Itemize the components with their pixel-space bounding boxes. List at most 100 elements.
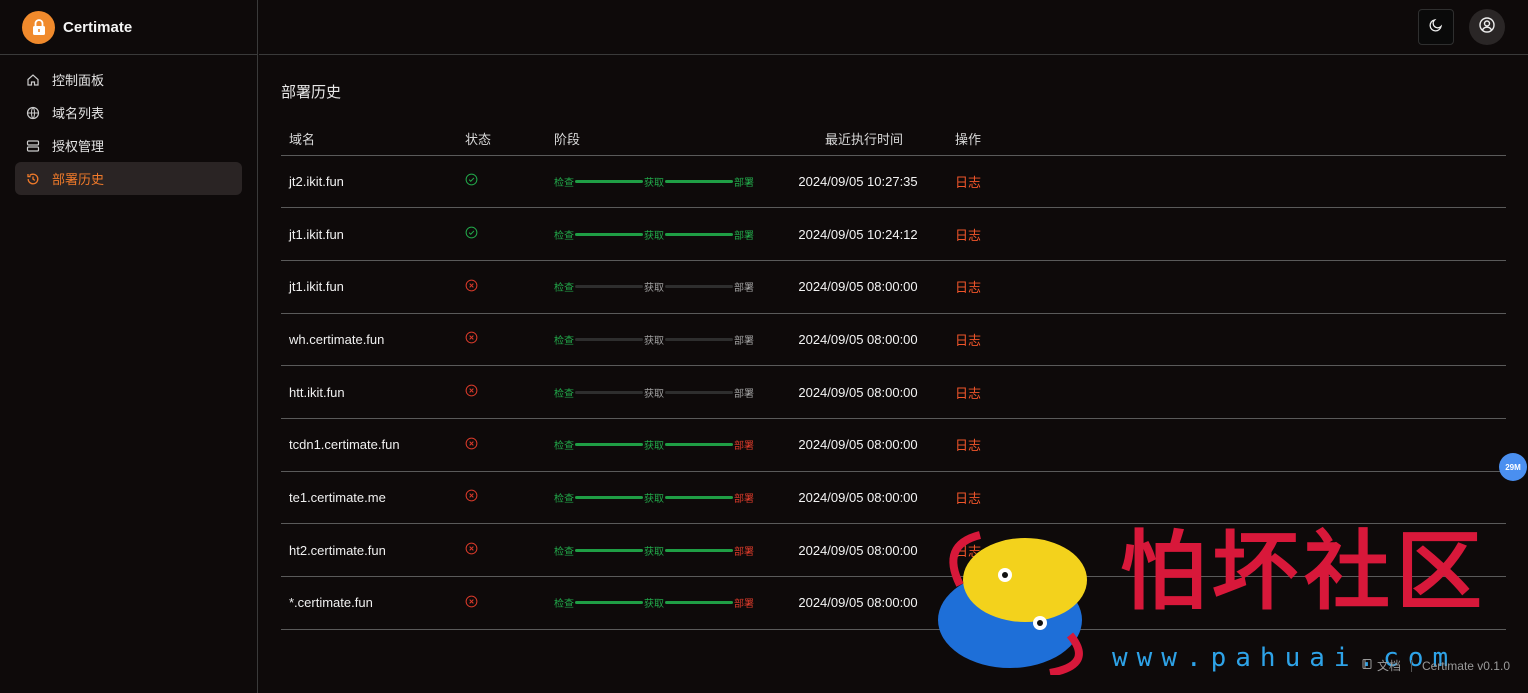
- table-body: jt2.ikit.fun 检查 获取 部署 2024/09/05 10:27:35 日志 j…: [281, 155, 1506, 630]
- stage-cell: 检查 获取 部署: [546, 365, 769, 419]
- log-link[interactable]: 日志: [955, 333, 981, 348]
- action-cell: 日志: [947, 523, 1506, 577]
- sidebar-item-label: 控制面板: [52, 73, 105, 88]
- action-cell: 日志: [947, 207, 1506, 261]
- stage-connector: [665, 232, 733, 236]
- app-name: Certimate: [63, 18, 133, 36]
- stage-progress: 检查 获取 部署: [554, 174, 754, 189]
- stage-label: 部署: [734, 177, 754, 189]
- action-cell: 日志: [947, 155, 1506, 209]
- log-link[interactable]: 日志: [955, 280, 981, 295]
- stage-connector: [575, 232, 643, 236]
- log-link[interactable]: 日志: [955, 438, 981, 453]
- topbar: [259, 0, 1528, 55]
- domain-cell: *.certimate.fun: [281, 576, 457, 630]
- stage-label: 检查: [554, 283, 574, 295]
- lock-icon: [22, 10, 55, 44]
- action-cell: 日志: [947, 576, 1506, 630]
- stage-connector: [575, 601, 643, 605]
- stage-progress: 检查 获取 部署: [554, 332, 754, 347]
- history-icon: [25, 171, 41, 187]
- stage-connector: [665, 390, 733, 394]
- stage-connector: [665, 548, 733, 552]
- main-content: 部署历史 域名 状态 阶段 最近执行时间 操作 jt2.ikit.fun 检查 获取…: [281, 55, 1506, 630]
- stage-connector: [665, 601, 733, 605]
- action-cell: 日志: [947, 260, 1506, 314]
- stage-label: 获取: [644, 441, 664, 453]
- stage-label: 获取: [644, 230, 664, 242]
- log-link[interactable]: 日志: [955, 228, 981, 243]
- footer: 文档 Certimate v0.1.0: [1361, 657, 1510, 674]
- domain-cell: jt2.ikit.fun: [281, 155, 457, 209]
- stage-label: 部署: [734, 335, 754, 347]
- floating-badge[interactable]: 29M: [1499, 453, 1527, 481]
- stage-cell: 检查 获取 部署: [546, 260, 769, 314]
- x-circle-icon: [465, 489, 479, 503]
- stage-label: 部署: [734, 388, 754, 400]
- stage-connector: [575, 337, 643, 341]
- stage-label: 获取: [644, 283, 664, 295]
- status-cell: [457, 365, 546, 419]
- stage-progress: 检查 获取 部署: [554, 437, 754, 452]
- domain-cell: te1.certimate.me: [281, 471, 457, 525]
- status-cell: [457, 471, 546, 525]
- domain-cell: jt1.ikit.fun: [281, 207, 457, 261]
- docs-label: 文档: [1376, 659, 1401, 673]
- sidebar-nav: 控制面板 域名列表 授权管理 部署历史: [0, 55, 257, 203]
- stage-label: 部署: [734, 283, 754, 295]
- table-row: jt1.ikit.fun 检查 获取 部署 2024/09/05 10:24:12 日志: [281, 207, 1506, 261]
- sidebar-item-dashboard[interactable]: 控制面板: [15, 63, 242, 96]
- stage-connector: [575, 495, 643, 499]
- globe-icon: [25, 105, 41, 121]
- stage-label: 检查: [554, 546, 574, 558]
- column-header-action: 操作: [947, 122, 1506, 156]
- log-link[interactable]: 日志: [955, 544, 981, 559]
- stage-label: 获取: [644, 546, 664, 558]
- stage-label: 获取: [644, 388, 664, 400]
- stage-label: 检查: [554, 441, 574, 453]
- stage-connector: [665, 179, 733, 183]
- action-cell: 日志: [947, 471, 1506, 525]
- x-circle-icon: [465, 437, 479, 451]
- stage-label: 部署: [734, 230, 754, 242]
- stage-label: 获取: [644, 599, 664, 611]
- domain-cell: htt.ikit.fun: [281, 365, 457, 419]
- status-cell: [457, 155, 546, 209]
- sidebar-item-access[interactable]: 授权管理: [15, 129, 242, 162]
- domain-cell: wh.certimate.fun: [281, 313, 457, 367]
- stage-label: 检查: [554, 388, 574, 400]
- time-cell: 2024/09/05 08:00:00: [769, 523, 947, 577]
- theme-toggle-button[interactable]: [1418, 9, 1454, 45]
- stage-cell: 检查 获取 部署: [546, 313, 769, 367]
- stage-label: 获取: [644, 177, 664, 189]
- sidebar: Certimate 控制面板 域名列表 授权管理 部署历史: [0, 0, 258, 693]
- action-cell: 日志: [947, 365, 1506, 419]
- log-link[interactable]: 日志: [955, 175, 981, 190]
- stage-label: 获取: [644, 493, 664, 505]
- status-cell: [457, 523, 546, 577]
- sidebar-item-domains[interactable]: 域名列表: [15, 96, 242, 129]
- stage-connector: [575, 285, 643, 289]
- brand[interactable]: Certimate: [0, 0, 257, 55]
- user-menu-button[interactable]: [1469, 9, 1505, 45]
- stage-progress: 检查 获取 部署: [554, 543, 754, 558]
- log-link[interactable]: 日志: [955, 491, 981, 506]
- log-link[interactable]: 日志: [955, 386, 981, 401]
- version-label[interactable]: Certimate v0.1.0: [1422, 659, 1510, 673]
- table-row: tcdn1.certimate.fun 检查 获取 部署 2024/09/05 08:0…: [281, 418, 1506, 472]
- domain-cell: jt1.ikit.fun: [281, 260, 457, 314]
- status-cell: [457, 260, 546, 314]
- moon-icon: [1428, 17, 1444, 38]
- sidebar-item-label: 部署历史: [52, 172, 105, 187]
- log-link[interactable]: 日志: [955, 596, 981, 611]
- server-icon: [25, 138, 41, 154]
- stage-label: 部署: [734, 599, 754, 611]
- stage-label: 部署: [734, 493, 754, 505]
- column-header-stage: 阶段: [546, 122, 769, 156]
- x-circle-icon: [465, 279, 479, 293]
- history-table: 域名 状态 阶段 最近执行时间 操作 jt2.ikit.fun 检查 获取 部署 202…: [281, 122, 1506, 630]
- docs-link[interactable]: 文档: [1361, 657, 1401, 674]
- sidebar-item-history[interactable]: 部署历史: [15, 162, 242, 195]
- time-cell: 2024/09/05 08:00:00: [769, 260, 947, 314]
- action-cell: 日志: [947, 313, 1506, 367]
